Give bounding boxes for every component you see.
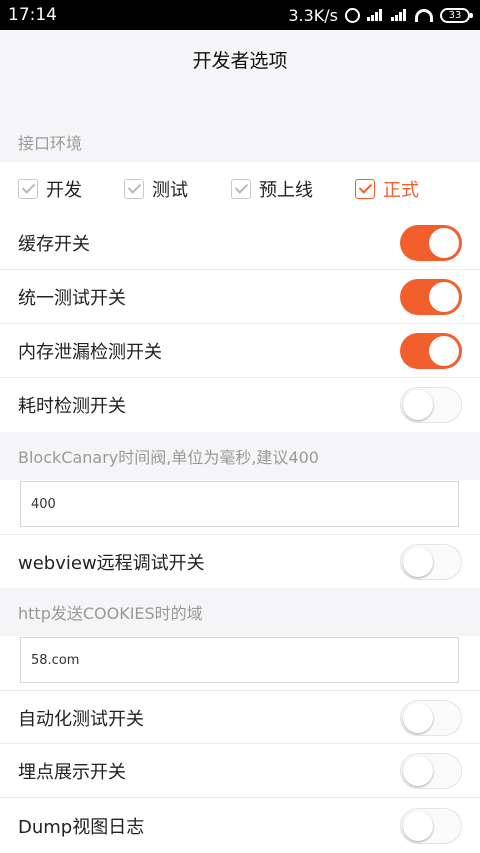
cache-toggle[interactable]: [400, 225, 462, 261]
memory-leak-toggle[interactable]: [400, 333, 462, 369]
checkbox-production[interactable]: 正式: [355, 176, 419, 202]
checkbox-icon: [231, 179, 251, 199]
dump-view-log-toggle[interactable]: [400, 807, 462, 844]
toggle-knob: [429, 282, 459, 312]
switch-label: 耗时检测开关: [18, 396, 126, 417]
checkbox-icon: [18, 179, 38, 199]
switch-row-webview: webview远程调试开关: [0, 534, 480, 588]
block-canary-field-wrap: [0, 480, 480, 534]
switch-row-timing: 耗时检测开关: [0, 378, 480, 432]
automation-test-toggle[interactable]: [400, 699, 462, 736]
status-bar: 17:14 3.3K/s 33: [0, 0, 480, 30]
tracking-display-toggle[interactable]: [400, 753, 462, 789]
switch-row-tracking: 埋点展示开关: [0, 744, 480, 798]
checkbox-label: 预上线: [259, 180, 313, 201]
unified-test-toggle[interactable]: [400, 279, 462, 315]
toggle-knob: [403, 546, 433, 577]
checkbox-icon: [124, 179, 144, 199]
toggle-knob: [403, 810, 433, 841]
checkbox-label: 开发: [46, 180, 82, 201]
cookies-domain-input[interactable]: [20, 637, 459, 683]
switch-row-automation: 自动化测试开关: [0, 690, 480, 744]
checkbox-label: 测试: [152, 180, 188, 201]
section-header-block-canary: BlockCanary时间阀,单位为毫秒,建议400: [0, 432, 480, 480]
env-options-row: 开发 测试 预上线 正式: [0, 162, 480, 216]
section-header-interface-env: 接口环境: [0, 122, 480, 162]
checkbox-dev[interactable]: 开发: [18, 176, 82, 202]
section-header-cookies-domain: http发送COOKIES时的域: [0, 588, 480, 636]
checkbox-preprod[interactable]: 预上线: [231, 176, 313, 202]
toggle-knob: [429, 228, 459, 258]
status-icons: 3.3K/s 33: [288, 5, 473, 25]
page-title: 开发者选项: [0, 30, 480, 88]
cookies-domain-field-wrap: [0, 636, 480, 690]
switch-row-cache: 缓存开关: [0, 216, 480, 270]
switch-label: 统一测试开关: [18, 288, 126, 309]
network-speed: 3.3K/s: [288, 5, 338, 25]
toggle-knob: [429, 336, 459, 366]
switch-row-dump-view: Dump视图日志: [0, 798, 480, 853]
checkbox-test[interactable]: 测试: [124, 176, 188, 202]
wifi-icon: [415, 8, 433, 22]
checkbox-icon: [355, 179, 375, 199]
status-time: 17:14: [8, 5, 57, 25]
toggle-knob: [403, 756, 433, 786]
switch-label: webview远程调试开关: [18, 552, 205, 574]
toggle-knob: [403, 390, 433, 420]
switch-row-unified-test: 统一测试开关: [0, 270, 480, 324]
switch-label: Dump视图日志: [18, 816, 145, 838]
signal-icon-2: [391, 9, 408, 21]
switch-row-memory-leak: 内存泄漏检测开关: [0, 324, 480, 378]
webview-debug-toggle[interactable]: [400, 543, 462, 580]
switch-label: 内存泄漏检测开关: [18, 342, 162, 363]
checkbox-label: 正式: [383, 180, 419, 201]
signal-icon: [367, 9, 384, 21]
switch-label: 埋点展示开关: [18, 762, 126, 783]
timing-toggle[interactable]: [400, 387, 462, 423]
switch-label: 缓存开关: [18, 234, 90, 255]
switch-label: 自动化测试开关: [18, 708, 144, 730]
toggle-knob: [403, 702, 433, 733]
alarm-icon: [345, 7, 360, 23]
block-canary-input[interactable]: [20, 481, 459, 527]
battery-icon: 33: [440, 7, 473, 23]
